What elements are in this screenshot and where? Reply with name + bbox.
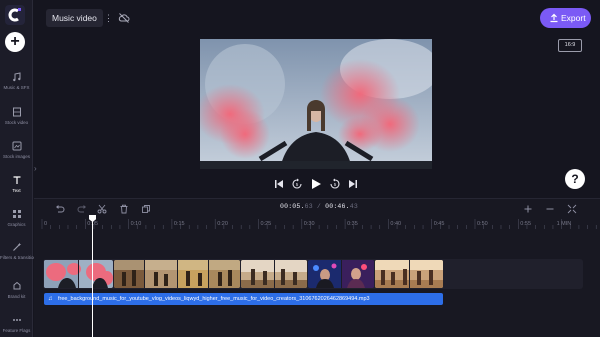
rewind-5s-icon[interactable]: 5: [291, 178, 303, 190]
timecode-separator: /: [312, 203, 326, 210]
music-note-icon: ♫: [48, 296, 53, 302]
video-clip[interactable]: [241, 260, 307, 288]
sidebar-item-stock-video[interactable]: Stock video: [0, 107, 33, 125]
video-clip[interactable]: [44, 260, 113, 288]
left-sidebar: + Music & SFX Stock video Stock images T…: [0, 0, 39, 337]
playhead[interactable]: [92, 217, 94, 337]
ruler-tick-label: 0:30: [303, 221, 315, 227]
ruler-tick-label: 0:55: [520, 221, 532, 227]
cloud-off-icon[interactable]: [118, 12, 130, 24]
sidebar-item-music[interactable]: Music & SFX: [0, 72, 33, 90]
scissors-icon[interactable]: [97, 204, 107, 214]
ruler-tick-label: 0:40: [390, 221, 402, 227]
sidebar-item-graphics[interactable]: Graphics: [0, 209, 33, 227]
clipchamp-logo[interactable]: [5, 5, 25, 25]
ellipsis-icon: [12, 319, 21, 321]
ruler-tick-label: 0:20: [217, 221, 228, 227]
timecode: 00:05.63 / 00:46.43: [280, 203, 358, 210]
ruler-tick-label: 0:15: [173, 221, 185, 227]
video-clip[interactable]: [114, 260, 240, 288]
add-media-button[interactable]: +: [5, 32, 25, 52]
ruler-tick-label: 0: [44, 221, 48, 227]
redo-icon[interactable]: [77, 204, 87, 214]
sidebar-item-label: Music & SFX: [3, 85, 30, 90]
project-title[interactable]: Music video: [46, 9, 103, 27]
export-label: Export: [561, 13, 586, 23]
timeline-ruler[interactable]: [34, 219, 600, 229]
ruler-tick-label: 0:25: [260, 221, 272, 227]
zoom-out-icon[interactable]: [545, 204, 555, 214]
clip-thumbnail: [241, 260, 307, 288]
film-icon: [12, 107, 21, 117]
shapes-icon: [12, 210, 21, 218]
music-note-icon: [12, 72, 20, 82]
sidebar-item-brand-kit[interactable]: Brand kit: [0, 281, 33, 299]
sidebar-item-label: Feature Flags: [2, 328, 31, 333]
video-preview[interactable]: [200, 39, 432, 169]
ruler-tick-label: 0:10: [130, 221, 142, 227]
play-icon[interactable]: [310, 178, 322, 190]
current-time-fraction: 63: [304, 203, 313, 210]
ruler-tick-label: 0:35: [347, 221, 358, 227]
aspect-ratio-button[interactable]: 16:9: [558, 39, 582, 52]
sidebar-item-label: Text: [12, 188, 21, 193]
sidebar-item-label: Graphics: [7, 222, 26, 227]
sidebar-item-label: Stock video: [4, 120, 29, 125]
ruler-tick-label: 0:45: [433, 221, 445, 227]
sidebar-item-label: Stock images: [2, 154, 30, 159]
sidebar-item-stock-images[interactable]: Stock images: [0, 141, 33, 159]
current-time: 00:05.: [280, 203, 305, 210]
trash-icon[interactable]: [119, 204, 129, 214]
svg-text:5: 5: [296, 182, 299, 187]
clip-thumbnail: [308, 260, 374, 288]
ruler-tick-label: 0:50: [477, 221, 488, 227]
duplicate-icon[interactable]: [141, 204, 151, 214]
zoom-in-icon[interactable]: [523, 204, 533, 214]
total-time: 00:46.: [325, 203, 350, 210]
video-clip[interactable]: [375, 260, 443, 288]
audio-filename: free_background_music_for_youtube_vlog_v…: [58, 296, 370, 302]
sidebar-item-label: Filters & transitions: [0, 255, 39, 260]
sidebar-item-label: Brand kit: [7, 294, 26, 299]
brand-icon: [13, 281, 20, 290]
export-button[interactable]: Export: [540, 8, 591, 28]
ruler-tick-label: 1 MIN: [556, 221, 572, 227]
help-button[interactable]: ?: [565, 169, 585, 189]
undo-icon[interactable]: [55, 204, 65, 214]
project-menu-button[interactable]: ⋮: [104, 10, 113, 26]
magic-wand-icon: [12, 242, 21, 251]
clip-thumbnail: [375, 260, 443, 288]
text-icon: [13, 176, 20, 184]
total-time-fraction: 43: [349, 203, 358, 210]
sidebar-item-feature-flags[interactable]: Feature Flags: [0, 315, 33, 333]
image-icon: [12, 141, 21, 151]
skip-back-icon[interactable]: [274, 178, 284, 190]
sidebar-item-text[interactable]: Text: [0, 175, 33, 193]
collapse-panel-handle[interactable]: ›: [34, 163, 40, 175]
forward-5s-icon[interactable]: 5: [329, 178, 341, 190]
sidebar-item-filters[interactable]: Filters & transitions: [0, 242, 39, 260]
clip-thumbnail: [44, 260, 113, 288]
fit-timeline-icon[interactable]: [567, 204, 577, 214]
audio-clip[interactable]: ♫ free_background_music_for_youtube_vlog…: [44, 293, 443, 305]
upload-icon: [550, 13, 558, 23]
skip-forward-icon[interactable]: [348, 178, 358, 190]
svg-text:5: 5: [334, 182, 337, 187]
clip-thumbnail: [114, 260, 240, 288]
preview-frame-image: [200, 39, 432, 169]
video-clip[interactable]: [308, 260, 374, 288]
